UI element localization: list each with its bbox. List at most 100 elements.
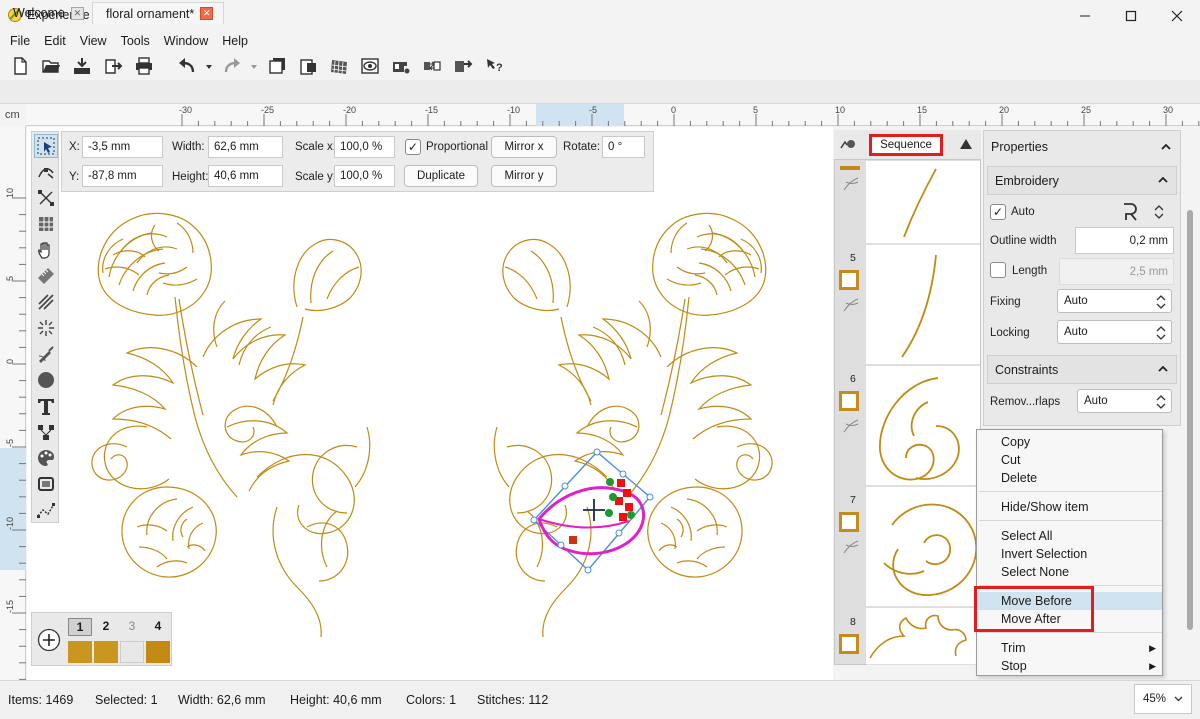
send-button[interactable] [449, 53, 476, 78]
menu-item-delete[interactable]: Delete [977, 469, 1162, 487]
transform-tool[interactable] [34, 186, 58, 210]
fill-pattern-tool[interactable] [34, 212, 58, 236]
menu-help[interactable]: Help [215, 34, 255, 48]
menu-window[interactable]: Window [157, 34, 215, 48]
sequence-settings-icon[interactable] [839, 138, 857, 152]
thread-number-1[interactable]: 1 [68, 618, 92, 636]
undo-button[interactable] [173, 53, 200, 78]
new-file-button[interactable] [6, 53, 33, 78]
menu-item-stop[interactable]: Stop ▶ [977, 657, 1162, 675]
color-palette-tool[interactable] [34, 446, 58, 470]
menu-item-select-all[interactable]: Select All [977, 527, 1162, 545]
help-pointer-button[interactable]: ? [480, 53, 507, 78]
thread-number-3[interactable]: 3 [120, 618, 144, 636]
undo-dropdown[interactable] [204, 53, 214, 78]
menu-item-copy[interactable]: Copy [977, 433, 1162, 451]
needle-tool[interactable] [34, 342, 58, 366]
mirror-y-button[interactable]: Mirror y [491, 165, 557, 187]
sequence-item[interactable] [866, 161, 980, 244]
menu-item-invert-selection[interactable]: Invert Selection [977, 545, 1162, 563]
sequence-color-box[interactable] [839, 391, 859, 411]
mirror-x-button[interactable]: Mirror x [491, 136, 557, 158]
text-tool[interactable] [34, 394, 58, 418]
scale-y-field[interactable]: 100,0 % [334, 165, 395, 187]
redo-button[interactable] [218, 53, 245, 78]
preview-button[interactable] [356, 53, 383, 78]
scale-x-field[interactable]: 100,0 % [334, 136, 395, 158]
measure-tool[interactable] [34, 264, 58, 288]
grid-button[interactable] [325, 53, 352, 78]
floral-ornament-design[interactable] [27, 127, 833, 680]
minimize-button[interactable] [1062, 0, 1108, 31]
length-field[interactable]: 2,5 mm [1059, 258, 1174, 285]
sequence-color-box[interactable] [839, 634, 859, 654]
stitch-type-icon[interactable] [1122, 202, 1138, 222]
shape-tool[interactable] [34, 368, 58, 392]
menu-edit[interactable]: Edit [37, 34, 73, 48]
properties-header[interactable]: Properties [983, 130, 1181, 163]
x-field[interactable]: -3,5 mm [82, 136, 163, 158]
locking-select[interactable]: Auto [1057, 320, 1172, 344]
convert-button[interactable] [418, 53, 445, 78]
menu-view[interactable]: View [73, 34, 114, 48]
close-icon[interactable]: ✕ [70, 6, 84, 20]
vector-tool[interactable] [34, 420, 58, 444]
frame-tool[interactable] [34, 472, 58, 496]
sparkle-tool[interactable] [34, 316, 58, 340]
sequence-color-box[interactable] [839, 270, 859, 290]
paste-button[interactable] [294, 53, 321, 78]
select-tool[interactable] [34, 134, 58, 158]
tab-welcome[interactable]: Welcome ✕ [0, 2, 91, 24]
pan-tool[interactable] [34, 238, 58, 262]
scrollbar-thumb[interactable] [1187, 210, 1193, 630]
thread-swatch-3[interactable] [120, 641, 144, 663]
stitch-type-dropdown[interactable] [1154, 205, 1164, 219]
triangle-up-icon[interactable] [959, 138, 973, 150]
zoom-select[interactable]: 45% [1134, 684, 1192, 714]
export-button[interactable] [99, 53, 126, 78]
outline-width-field[interactable]: 0,2 mm [1075, 227, 1174, 254]
menu-item-cut[interactable]: Cut [977, 451, 1162, 469]
close-button[interactable] [1154, 0, 1200, 31]
thread-swatch-1[interactable] [68, 641, 92, 663]
thread-swatch-4[interactable] [146, 641, 170, 663]
redo-dropdown[interactable] [249, 53, 259, 78]
open-button[interactable] [37, 53, 64, 78]
menu-tools[interactable]: Tools [114, 34, 157, 48]
proportional-checkbox[interactable]: ✓ [405, 139, 421, 155]
thread-number-4[interactable]: 4 [146, 618, 170, 636]
path-tool[interactable] [34, 498, 58, 522]
auto-checkbox[interactable]: ✓ [990, 204, 1006, 220]
tab-floral-ornament[interactable]: floral ornament* ✕ [92, 2, 224, 24]
sequence-item[interactable] [866, 487, 980, 607]
width-field[interactable]: 62,6 mm [208, 136, 283, 158]
menu-item-select-none[interactable]: Select None [977, 563, 1162, 581]
remove-overlaps-select[interactable]: Auto [1077, 389, 1172, 413]
y-field[interactable]: -87,8 mm [82, 165, 163, 187]
add-circle-icon[interactable] [37, 628, 61, 652]
stitch-tool[interactable] [34, 290, 58, 314]
sequence-item[interactable] [866, 245, 980, 365]
fixing-select[interactable]: Auto [1057, 289, 1172, 313]
print-button[interactable] [130, 53, 157, 78]
maximize-button[interactable] [1108, 0, 1154, 31]
layers-button[interactable] [263, 53, 290, 78]
properties-scrollbar[interactable] [1184, 130, 1196, 680]
sequence-tab[interactable]: Sequence [869, 134, 943, 156]
sequence-color-box[interactable] [839, 512, 859, 532]
constraints-section-header[interactable]: Constraints [987, 355, 1177, 384]
length-checkbox[interactable] [990, 262, 1006, 278]
sequence-item[interactable] [866, 608, 980, 665]
duplicate-button[interactable]: Duplicate [404, 165, 478, 187]
embroidery-section-header[interactable]: Embroidery [987, 166, 1177, 195]
import-button[interactable] [68, 53, 95, 78]
menu-item-trim[interactable]: Trim ▶ [977, 639, 1162, 657]
height-field[interactable]: 40,6 mm [208, 165, 283, 187]
rotate-field[interactable]: 0 ° [602, 136, 645, 158]
design-canvas[interactable] [27, 127, 833, 680]
thread-number-2[interactable]: 2 [94, 618, 118, 636]
node-edit-tool[interactable] [34, 160, 58, 184]
machine-button[interactable] [387, 53, 414, 78]
menu-file[interactable]: File [3, 34, 37, 48]
close-icon[interactable]: ✕ [200, 7, 214, 20]
